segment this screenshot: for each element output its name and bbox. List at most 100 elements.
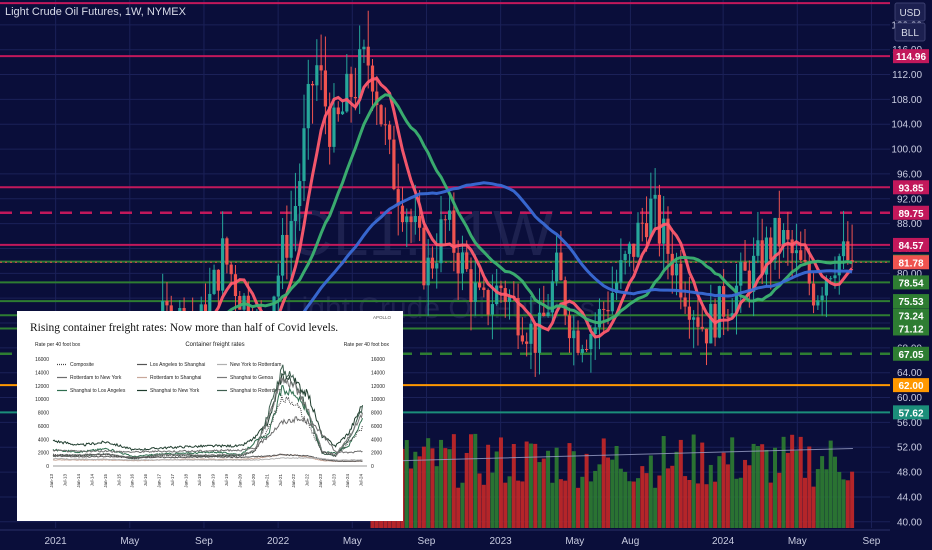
volume-bar <box>764 449 769 528</box>
currency-button[interactable]: USD <box>894 2 926 22</box>
inset-source-tag: APOLLO <box>373 315 392 320</box>
freight-inset-chart: Rising container freight rates: Now more… <box>17 311 403 521</box>
inset-xtick: Jan-15 <box>103 474 108 488</box>
volume-bar <box>700 442 705 528</box>
inset-xtick: Jan-21 <box>264 474 269 488</box>
price-tick-label: 44.00 <box>897 492 922 503</box>
volume-bar <box>738 477 743 528</box>
volume-bar <box>802 477 807 528</box>
volume-bar <box>657 475 662 528</box>
volume-bar <box>537 462 542 528</box>
price-tick-label: 48.00 <box>897 468 922 479</box>
price-tick-label: 60.00 <box>897 393 922 404</box>
inset-ytick-left: 10000 <box>35 397 49 403</box>
volume-bar <box>743 459 748 528</box>
inset-xtick: Jan-18 <box>184 474 189 488</box>
volume-bar <box>443 448 448 528</box>
volume-bar <box>837 471 842 528</box>
volume-bar <box>417 456 422 528</box>
candle <box>422 221 426 290</box>
inset-legend-label: Shanghai to New York <box>150 388 200 394</box>
price-tick-label: 40.00 <box>897 517 922 528</box>
volume-bar <box>648 455 653 528</box>
volume-bar <box>725 464 730 528</box>
volume-bar <box>691 434 696 528</box>
inset-xtick: Jul-13 <box>62 474 67 487</box>
volume-bar <box>490 472 495 528</box>
inset-xtick: Jul-14 <box>89 474 94 487</box>
inset-xtick: Jul-17 <box>170 474 175 487</box>
inset-legend-label: Shanghai to Rotterdam <box>230 388 281 394</box>
inset-ytick-right: 16000 <box>371 357 385 363</box>
volume-bar <box>610 459 615 528</box>
volume-bar <box>434 466 439 528</box>
volume-bar <box>516 480 521 528</box>
inset-chart-title: Container freight rates <box>185 342 244 348</box>
time-tick-label: May <box>120 536 139 547</box>
inset-ytick-right: 12000 <box>371 384 385 390</box>
volume-bar <box>665 468 670 528</box>
inset-ytick-left: 12000 <box>35 384 49 390</box>
level-price-label: 57.62 <box>898 408 923 419</box>
inset-xtick: Jan-24 <box>345 474 350 488</box>
level-price-label: 67.05 <box>898 350 923 361</box>
volume-bar <box>456 487 461 528</box>
inset-xtick: Jan-19 <box>210 474 215 488</box>
chart-window: CL1!, 1W Light Crude Oil Futures 40.00 44… <box>0 0 932 550</box>
price-tick-label: 108.00 <box>891 95 922 106</box>
volume-bar <box>721 452 726 528</box>
volume-bar <box>811 486 816 528</box>
volume-bar <box>631 481 636 528</box>
volume-bar <box>468 434 473 528</box>
candle <box>717 285 721 339</box>
inset-ytick-right: 0 <box>371 464 374 470</box>
volume-bar <box>618 468 623 528</box>
volume-bar <box>768 482 773 528</box>
price-axis[interactable]: 40.0044.0048.0052.0056.0060.0064.0068.00… <box>890 0 932 550</box>
inset-legend-label: Rotterdam to New York <box>70 375 122 381</box>
volume-bar <box>409 468 414 528</box>
volume-bar <box>447 449 452 528</box>
inset-xtick: Jul-22 <box>305 474 310 487</box>
volume-bar <box>695 483 700 528</box>
volume-bar <box>708 464 713 528</box>
volume-bar <box>404 440 409 528</box>
inset-ytick-right: 14000 <box>371 370 385 376</box>
volume-bar <box>713 481 718 528</box>
volume-bar <box>832 456 837 528</box>
volume-bar <box>546 450 551 528</box>
time-tick-label: 2021 <box>45 536 68 547</box>
inset-xtick: Jul-20 <box>251 474 256 487</box>
inset-legend-label: Shanghai to Los Angeles <box>70 388 126 394</box>
volume-bar <box>606 457 611 528</box>
inset-xtick: Jan-23 <box>318 474 323 488</box>
volume-bar <box>845 480 850 528</box>
volume-bar <box>850 471 855 528</box>
volume-bar <box>593 470 598 528</box>
volume-bar <box>451 434 456 528</box>
volume-bar <box>747 465 752 528</box>
price-chart[interactable]: CL1!, 1W Light Crude Oil Futures 40.0044… <box>0 0 932 550</box>
unit-button[interactable]: BLL <box>894 22 926 42</box>
time-tick-label: Aug <box>622 536 640 547</box>
level-price-label: 73.24 <box>898 311 923 322</box>
volume-bar <box>794 450 799 528</box>
level-price-label: 75.53 <box>898 297 923 308</box>
volume-bar <box>755 446 760 528</box>
volume-bar <box>486 444 491 528</box>
volume-bar <box>597 464 602 528</box>
inset-xtick: Jan-20 <box>237 474 242 488</box>
inset-ytick-right: 10000 <box>371 397 385 403</box>
inset-ytick-left: 2000 <box>38 451 49 457</box>
volume-bar <box>777 472 782 528</box>
volume-bar <box>473 433 478 528</box>
inset-legend-label: Rotterdam to Shanghai <box>150 375 201 381</box>
inset-ytick-left: 4000 <box>38 437 49 443</box>
inset-ytick-right: 6000 <box>371 424 382 430</box>
time-tick-label: May <box>343 536 362 547</box>
inset-xtick: Jan-14 <box>76 474 81 488</box>
price-tick-label: 92.00 <box>897 194 922 205</box>
volume-bar <box>464 452 469 528</box>
inset-xtick: Jan-16 <box>130 474 135 488</box>
time-tick-label: 2022 <box>267 536 290 547</box>
